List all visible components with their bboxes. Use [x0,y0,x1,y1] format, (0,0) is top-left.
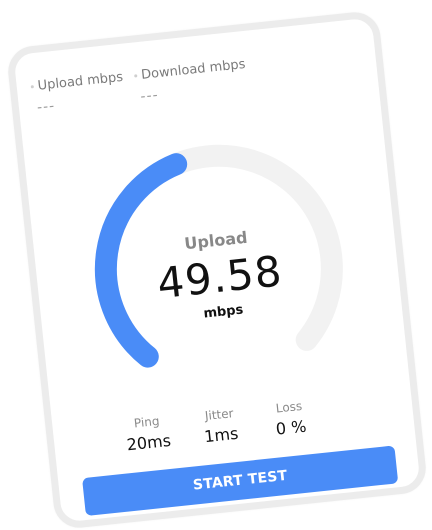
speed-test-screen: Upload mbps --- Download mbps --- Upload… [13,17,420,522]
loss-label: Loss [275,398,303,416]
download-stat-value: --- [139,87,160,106]
upload-stat-value: --- [36,98,56,116]
jitter-label: Jitter [204,406,235,424]
jitter-value: 1ms [203,423,240,447]
loss-value: 0 % [274,416,308,439]
start-test-button[interactable]: START TEST [82,445,399,517]
loss-metric: Loss 0 % [273,399,307,439]
upload-stat-label: Upload mbps [37,69,124,94]
ping-value: 20ms [125,430,172,455]
bullet-dot-icon [30,85,34,89]
ping-metric: Ping 20ms [124,413,172,454]
bullet-dot-icon [134,74,138,78]
download-stat: Download mbps --- [133,57,248,105]
device-frame: Upload mbps --- Download mbps --- Upload… [5,9,429,530]
speed-gauge: Upload 49.58 mbps [69,119,368,418]
jitter-metric: Jitter 1ms [201,406,239,446]
upload-stat: Upload mbps --- [30,70,126,116]
ping-label: Ping [133,413,161,431]
